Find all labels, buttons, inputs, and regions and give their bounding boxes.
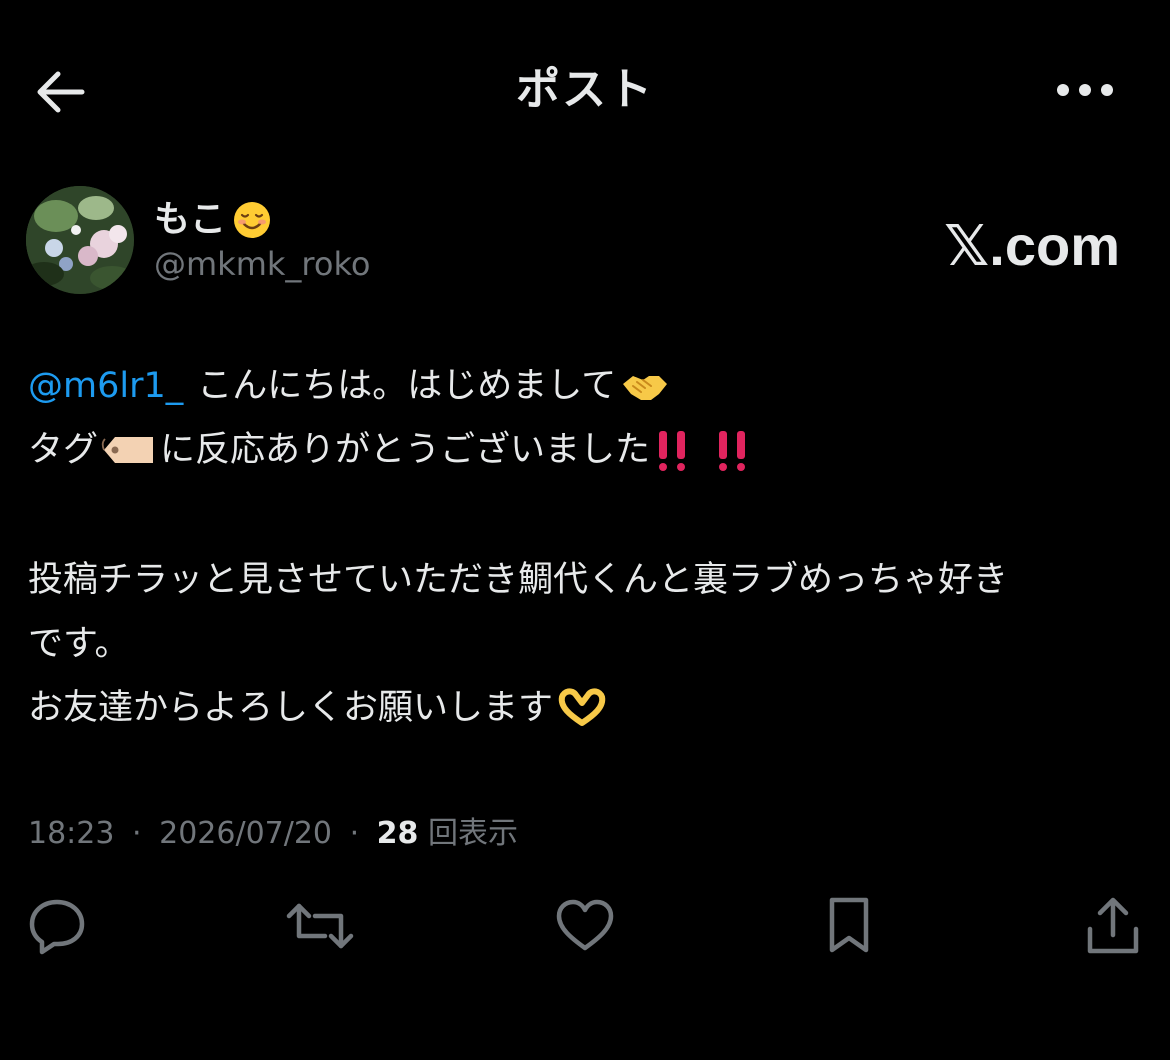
meta-separator: · xyxy=(132,816,142,851)
heart-hands-emoji xyxy=(558,688,606,726)
tweet-text: @m6lr1_ こんにちは。はじめまして タグ に反応ありがとうございました 投… xyxy=(28,354,1148,740)
x-watermark: 𝕏.com xyxy=(944,214,1120,277)
avatar[interactable] xyxy=(26,186,134,294)
reply-button[interactable] xyxy=(22,890,92,962)
like-button[interactable] xyxy=(550,890,620,962)
views-label: 回表示 xyxy=(427,816,518,851)
tweet-line-2-text-a: タグ xyxy=(28,430,99,470)
meta-separator: · xyxy=(349,816,360,851)
tweet-line-5-text: お友達からよろしくお願いします xyxy=(28,688,554,728)
tweet-time: 18:23 xyxy=(28,816,115,851)
double-exclamation-emoji xyxy=(659,431,746,471)
mention-link[interactable]: @m6lr1_ xyxy=(28,354,183,418)
tweet-line-3-text: 投稿チラッと見させていただき鯛代くんと裏ラブめっちゃ好き xyxy=(28,560,1009,600)
handshake-emoji xyxy=(623,376,668,400)
bookmark-icon xyxy=(829,897,869,953)
action-bar xyxy=(0,890,1170,970)
more-options-button[interactable] xyxy=(1050,62,1120,118)
tweet-line-2-text-b: に反応ありがとうございました xyxy=(160,430,651,470)
label-tag-emoji xyxy=(101,437,154,463)
more-horizontal-icon xyxy=(1057,84,1113,96)
reply-icon xyxy=(29,899,85,955)
display-name-text: もこ xyxy=(154,199,227,240)
top-bar: ポスト xyxy=(0,0,1170,180)
bookmark-button[interactable] xyxy=(814,890,884,962)
repost-icon xyxy=(286,903,354,949)
repost-button[interactable] xyxy=(285,890,355,962)
views-count[interactable]: 28 xyxy=(377,816,419,851)
tweet-line-5: お友達からよろしくお願いします xyxy=(28,676,1148,740)
tweet-line-1: @m6lr1_ こんにちは。はじめまして xyxy=(28,354,1148,418)
flower-photo-avatar xyxy=(26,186,134,294)
like-heart-icon xyxy=(556,899,614,951)
page-title: ポスト xyxy=(516,64,654,115)
tweet-meta: 18:23 · 2026/07/20 · 28 回表示 xyxy=(28,812,518,856)
tweet-line-4: です。 xyxy=(28,612,1148,676)
tweet-line-2: タグ に反応ありがとうございました xyxy=(28,418,1148,482)
smiling-face-emoji xyxy=(234,202,271,238)
tweet-line-4-text: です。 xyxy=(28,624,130,664)
tweet-line-3: 投稿チラッと見させていただき鯛代くんと裏ラブめっちゃ好き xyxy=(28,548,1148,612)
user-handle[interactable]: @mkmk_roko xyxy=(154,244,370,284)
tweet-line-1-text: こんにちは。はじめまして xyxy=(197,366,617,406)
share-icon xyxy=(1087,897,1139,954)
display-name[interactable]: もこ xyxy=(154,198,272,242)
share-button[interactable] xyxy=(1078,890,1148,962)
tweet-date: 2026/07/20 xyxy=(159,816,333,851)
